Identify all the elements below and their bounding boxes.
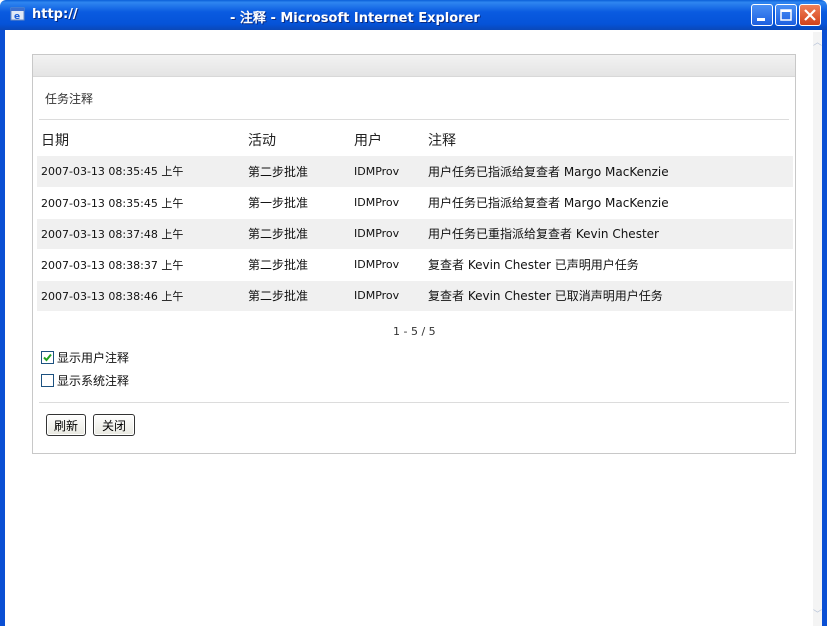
show-system-comments-label: 显示系统注释 xyxy=(57,374,130,388)
table-row: 2007-03-13 08:35:45 上午 第一步批准 IDMProv 用户任… xyxy=(37,187,793,219)
table-row: 2007-03-13 08:35:45 上午 第二步批准 IDMProv 用户任… xyxy=(37,156,793,188)
column-header-comment[interactable]: 注释 xyxy=(424,124,793,156)
table-row: 2007-03-13 08:38:37 上午 第二步批准 IDMProv 复查者… xyxy=(37,249,793,281)
show-user-comments-checkbox[interactable] xyxy=(41,351,54,364)
scroll-down-icon[interactable]: ﹀ xyxy=(813,608,822,622)
minimize-button[interactable] xyxy=(751,4,773,26)
cell-comment: 用户任务已重指派给复查者 Kevin Chester xyxy=(424,218,793,250)
maximize-icon xyxy=(780,9,792,21)
divider xyxy=(39,402,789,403)
close-icon xyxy=(804,9,816,21)
column-header-date[interactable]: 日期 xyxy=(37,124,244,156)
minimize-icon xyxy=(757,18,765,21)
panel-header xyxy=(33,55,795,77)
show-system-comments-option[interactable]: 显示系统注释 xyxy=(41,372,129,389)
cell-activity: 第二步批准 xyxy=(244,249,350,281)
column-header-user[interactable]: 用户 xyxy=(350,124,424,156)
table-row: 2007-03-13 08:37:48 上午 第二步批准 IDMProv 用户任… xyxy=(37,218,793,250)
ie-icon: e xyxy=(10,7,25,22)
show-user-comments-option[interactable]: 显示用户注释 xyxy=(41,349,129,366)
close-window-button[interactable] xyxy=(799,4,821,26)
cell-comment: 复查者 Kevin Chester 已声明用户任务 xyxy=(424,249,793,281)
pagination-info: 1 - 5 / 5 xyxy=(393,325,436,338)
svg-text:e: e xyxy=(14,12,20,22)
cell-date: 2007-03-13 08:35:45 上午 xyxy=(37,156,244,188)
close-button[interactable]: 关闭 xyxy=(93,414,135,436)
scroll-up-icon[interactable]: ︿ xyxy=(813,36,822,50)
column-header-activity[interactable]: 活动 xyxy=(244,124,350,156)
window-title: - 注释 - Microsoft Internet Explorer xyxy=(230,11,480,26)
table-header-row: 日期 活动 用户 注释 xyxy=(37,124,793,156)
show-system-comments-checkbox[interactable] xyxy=(41,374,54,387)
show-user-comments-label: 显示用户注释 xyxy=(57,351,130,365)
cell-user: IDMProv xyxy=(350,249,424,281)
checkmark-icon xyxy=(43,353,52,362)
cell-activity: 第二步批准 xyxy=(244,218,350,250)
table-row: 2007-03-13 08:38:46 上午 第二步批准 IDMProv 复查者… xyxy=(37,280,793,312)
window-url: http:// xyxy=(32,7,78,22)
cell-user: IDMProv xyxy=(350,218,424,250)
cell-user: IDMProv xyxy=(350,156,424,188)
cell-comment: 复查者 Kevin Chester 已取消声明用户任务 xyxy=(424,280,793,312)
cell-activity: 第二步批准 xyxy=(244,156,350,188)
cell-activity: 第二步批准 xyxy=(244,280,350,312)
section-title: 任务注释 xyxy=(45,92,94,106)
window-frame-left xyxy=(0,30,5,626)
cell-comment: 用户任务已指派给复查者 Margo MacKenzie xyxy=(424,187,793,219)
vertical-scrollbar[interactable] xyxy=(813,32,822,626)
refresh-button[interactable]: 刷新 xyxy=(46,414,86,436)
cell-date: 2007-03-13 08:35:45 上午 xyxy=(37,187,244,219)
comments-panel: 任务注释 日期 活动 用户 注释 2007-03-13 08:35:45 上午 … xyxy=(32,54,796,454)
maximize-button[interactable] xyxy=(775,4,797,26)
cell-date: 2007-03-13 08:38:46 上午 xyxy=(37,280,244,312)
cell-comment: 用户任务已指派给复查者 Margo MacKenzie xyxy=(424,156,793,188)
window-frame-right xyxy=(822,30,827,626)
cell-date: 2007-03-13 08:38:37 上午 xyxy=(37,249,244,281)
cell-activity: 第一步批准 xyxy=(244,187,350,219)
comments-table: 日期 活动 用户 注释 2007-03-13 08:35:45 上午 第二步批准… xyxy=(37,124,793,312)
cell-date: 2007-03-13 08:37:48 上午 xyxy=(37,218,244,250)
divider xyxy=(39,119,789,120)
cell-user: IDMProv xyxy=(350,280,424,312)
title-bar[interactable]: e http:// - 注释 - Microsoft Internet Expl… xyxy=(0,0,827,30)
cell-user: IDMProv xyxy=(350,187,424,219)
